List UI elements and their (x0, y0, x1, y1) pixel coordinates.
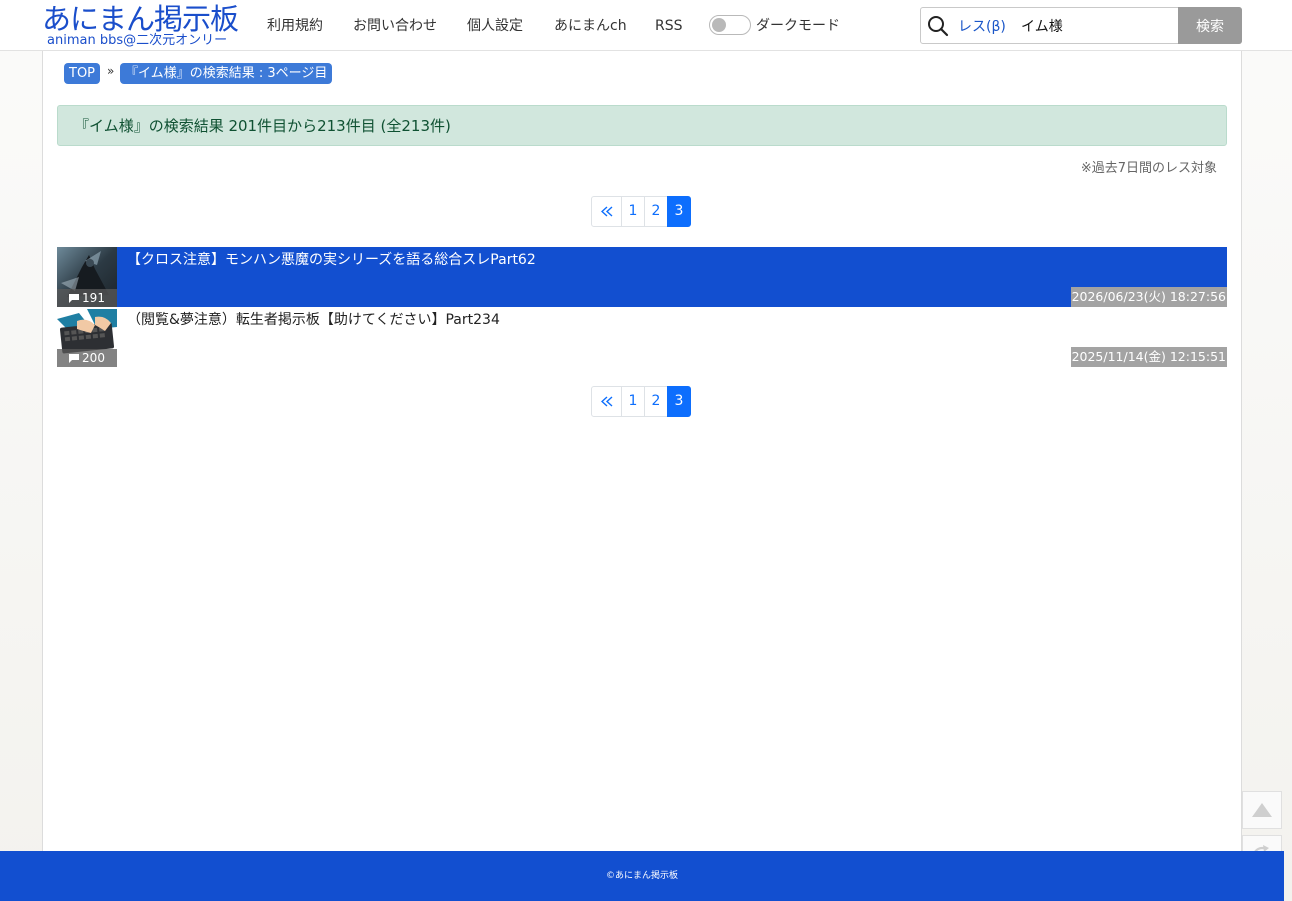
pagination-bottom: 1 2 3 (591, 386, 691, 417)
reply-count-badge: 200 (57, 349, 117, 367)
page-link-3-active[interactable]: 3 (667, 196, 691, 227)
triangle-up-icon (1252, 803, 1272, 817)
page-link-3-active[interactable]: 3 (667, 386, 691, 417)
result-summary: 『イム様』の検索結果 201件目から213件目 (全213件) (57, 105, 1227, 146)
search-input[interactable] (1021, 13, 1171, 39)
double-chevron-left-icon (600, 206, 612, 217)
breadcrumb-separator: » (107, 64, 115, 78)
search-button[interactable]: 検索 (1178, 7, 1242, 44)
nav-rss[interactable]: RSS (655, 16, 683, 36)
site-footer: ©あにまん掲示板 (0, 851, 1284, 901)
page-link-2[interactable]: 2 (644, 386, 668, 417)
reply-count: 191 (82, 291, 105, 305)
breadcrumb-current[interactable]: 『イム様』の検索結果 : 3ページ目 (120, 63, 333, 84)
dark-mode-toggle[interactable] (709, 15, 751, 35)
comment-icon (69, 354, 80, 363)
comment-icon (69, 294, 80, 303)
double-chevron-left-icon (600, 396, 612, 407)
logo-title: あにまん掲示板 (42, 2, 239, 36)
nav-terms[interactable]: 利用規約 (267, 16, 323, 36)
thread-date: 2026/06/23(火) 18:27:56 (1070, 287, 1227, 307)
nav-settings[interactable]: 個人設定 (467, 16, 523, 36)
page-link-1[interactable]: 1 (621, 386, 645, 417)
search-scope-note: ※過去7日間のレス対象 (1080, 161, 1217, 176)
thread-thumbnail: 191 (57, 247, 117, 307)
thread-title[interactable]: （閲覧&夢注意）転生者掲示板【助けてください】Part234 (127, 311, 500, 329)
thread-row[interactable]: 191 【クロス注意】モンハン悪魔の実シリーズを語る総合スレPart62 202… (57, 247, 1227, 307)
breadcrumb-top[interactable]: TOP (64, 63, 101, 84)
pagination-top: 1 2 3 (591, 196, 691, 227)
dark-mode-label: ダークモード (756, 18, 840, 34)
nav-contact[interactable]: お問い合わせ (353, 16, 437, 36)
site-logo[interactable]: あにまん掲示板 animan bbs@二次元オンリー (42, 2, 252, 50)
reply-count: 200 (82, 351, 105, 365)
page-link-1[interactable]: 1 (621, 196, 645, 227)
thread-thumbnail: 200 (57, 307, 117, 367)
scroll-top-button[interactable] (1242, 791, 1282, 829)
first-page-button[interactable] (591, 386, 622, 417)
thread-title[interactable]: 【クロス注意】モンハン悪魔の実シリーズを語る総合スレPart62 (127, 251, 536, 269)
reply-count-badge: 191 (57, 289, 117, 307)
search-icon (927, 15, 949, 37)
page-link-2[interactable]: 2 (644, 196, 668, 227)
toggle-knob (712, 18, 726, 32)
search-box: レス(β) 検索 (920, 7, 1242, 44)
first-page-button[interactable] (591, 196, 622, 227)
main-content: TOP » 『イム様』の検索結果 : 3ページ目 『イム様』の検索結果 201件… (42, 51, 1242, 851)
logo-subtitle: animan bbs@二次元オンリー (47, 33, 228, 48)
thread-row[interactable]: 200 （閲覧&夢注意）転生者掲示板【助けてください】Part234 2025/… (57, 307, 1227, 367)
search-scope-selector[interactable]: レス(β) (958, 16, 1006, 36)
site-header: あにまん掲示板 animan bbs@二次元オンリー 利用規約 お問い合わせ 個… (0, 0, 1292, 51)
thread-date: 2025/11/14(金) 12:15:51 (1070, 347, 1227, 367)
nav-animanch[interactable]: あにまんch (554, 16, 627, 36)
